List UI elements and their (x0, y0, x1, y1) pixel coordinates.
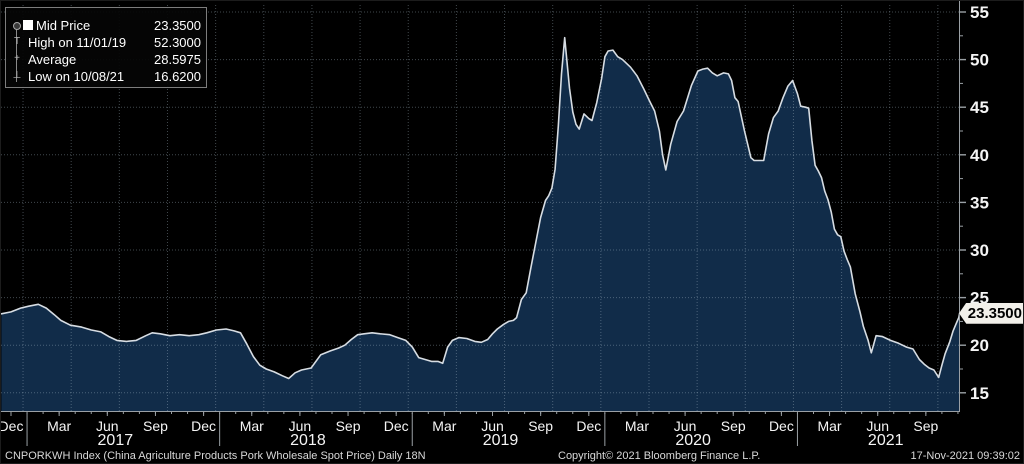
svg-text:2021: 2021 (868, 432, 904, 449)
svg-text:35: 35 (970, 193, 989, 212)
svg-text:Sep: Sep (528, 418, 553, 434)
svg-text:45: 45 (970, 98, 989, 117)
svg-text:15: 15 (970, 384, 989, 403)
svg-text:Mar: Mar (432, 418, 456, 434)
svg-text:2020: 2020 (675, 432, 711, 449)
last-price-tag: 23.3500 (959, 303, 1024, 324)
svg-text:2019: 2019 (483, 432, 519, 449)
legend-value: 16.6200 (154, 69, 201, 84)
svg-text:Mar: Mar (817, 418, 841, 434)
svg-text:20: 20 (970, 336, 989, 355)
mid-price-swatch-icon (23, 20, 33, 30)
svg-text:Dec: Dec (1, 418, 23, 434)
svg-text:2018: 2018 (290, 432, 326, 449)
svg-text:2017: 2017 (98, 432, 134, 449)
legend-label: High on 11/01/19 (28, 35, 126, 50)
svg-text:Sep: Sep (336, 418, 361, 434)
legend-label: Mid Price (36, 18, 90, 33)
svg-text:Dec: Dec (576, 418, 601, 434)
chart-legend: T + ⊥ Mid Price 23.3500 High on 11/01/19… (5, 7, 207, 88)
svg-text:50: 50 (970, 51, 989, 70)
svg-text:Mar: Mar (625, 418, 649, 434)
legend-value: 28.5975 (154, 52, 201, 67)
svg-text:Dec: Dec (191, 418, 216, 434)
copyright-notice: Copyright© 2021 Bloomberg Finance L.P. (558, 450, 760, 462)
timestamp: 17-Nov-2021 09:39:02 (911, 450, 1020, 462)
legend-value: 23.3500 (154, 18, 201, 33)
legend-value: 52.3000 (154, 35, 201, 50)
legend-label: Average (28, 52, 76, 67)
bloomberg-chart-window: 152025303540455055DecMarJunSepDecMarJunS… (0, 0, 1024, 464)
svg-text:Mar: Mar (47, 418, 71, 434)
security-description: CNPORKWH Index (China Agriculture Produc… (5, 450, 426, 462)
legend-row-low: Low on 10/08/21 16.6200 (6, 68, 206, 85)
svg-text:Dec: Dec (384, 418, 409, 434)
legend-label: Low on 10/08/21 (28, 69, 124, 84)
legend-row-mid-price: Mid Price 23.3500 (6, 17, 206, 34)
svg-text:Mar: Mar (240, 418, 264, 434)
svg-text:30: 30 (970, 241, 989, 260)
svg-text:55: 55 (970, 3, 989, 22)
svg-text:Sep: Sep (721, 418, 746, 434)
svg-text:Sep: Sep (143, 418, 168, 434)
svg-text:40: 40 (970, 146, 989, 165)
legend-row-high: High on 11/01/19 52.3000 (6, 34, 206, 51)
svg-text:Sep: Sep (913, 418, 938, 434)
legend-row-average: Average 28.5975 (6, 51, 206, 68)
svg-text:Dec: Dec (769, 418, 794, 434)
